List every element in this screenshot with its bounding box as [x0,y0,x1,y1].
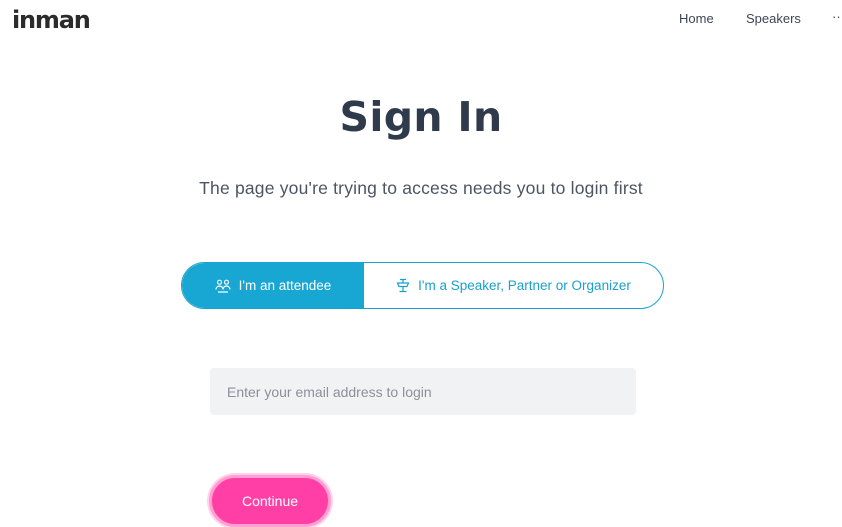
email-input[interactable] [210,368,636,415]
role-toggle: I'm an attendee I'm a Speaker, Partner o… [181,262,664,309]
nav-home-link[interactable]: Home [679,11,714,26]
nav-speakers-link[interactable]: Speakers [746,11,801,26]
people-icon [215,279,231,293]
speaker-partner-organizer-label: I'm a Speaker, Partner or Organizer [418,278,631,293]
speaker-partner-organizer-option[interactable]: I'm a Speaker, Partner or Organizer [364,263,663,308]
attendee-option[interactable]: I'm an attendee [182,263,364,308]
podium-icon [396,278,410,293]
page-subtitle: The page you're trying to access needs y… [199,178,643,198]
attendee-option-label: I'm an attendee [238,278,332,293]
nav-more-menu[interactable]: ··· [832,9,842,24]
continue-button[interactable]: Continue [209,475,331,527]
page-title: Sign In [339,93,503,141]
top-nav: Home Speakers ··· [0,9,842,29]
